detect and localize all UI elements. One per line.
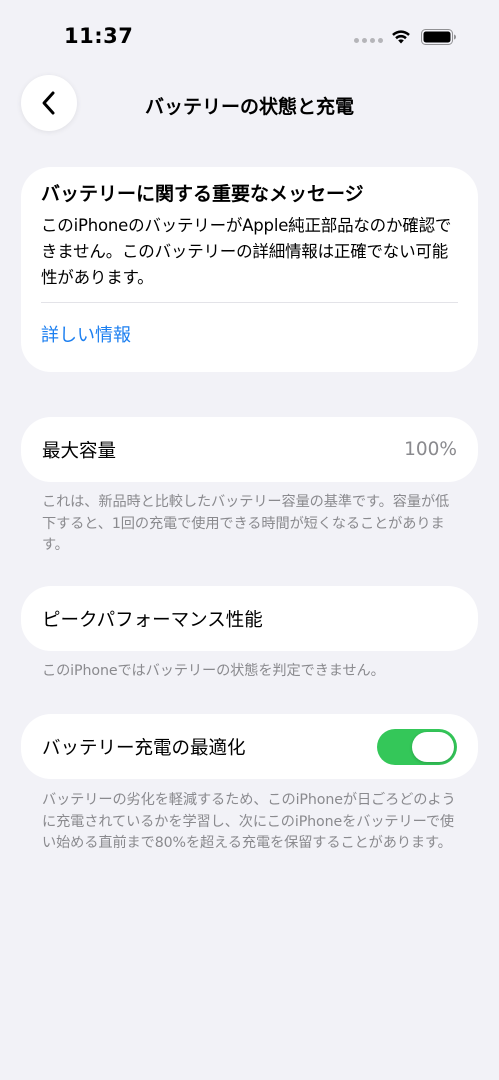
peak-performance-row: ピークパフォーマンス性能 <box>21 586 478 651</box>
maximum-capacity-note: これは、新品時と比較したバッテリー容量の基準です。容量が低下すると、1回の充電で… <box>42 494 450 553</box>
maximum-capacity-label: 最大容量 <box>42 440 117 462</box>
status-time: 11:37 <box>64 24 134 48</box>
page-title: バッテリーの状態と充電 <box>144 96 354 118</box>
message-body: このiPhoneのバッテリーがApple純正部品なのか確認できません。このバッテ… <box>41 216 452 287</box>
divider <box>41 302 458 303</box>
wifi-icon <box>392 30 410 44</box>
peak-performance-note: このiPhoneではバッテリーの状態を判定できません。 <box>42 663 385 679</box>
learn-more-link[interactable]: 詳しい情報 <box>41 323 458 349</box>
status-bar: 11:37 <box>0 0 499 70</box>
maximum-capacity-row: 最大容量 100% <box>21 417 478 482</box>
important-message-card: バッテリーに関する重要なメッセージ このiPhoneのバッテリーがApple純正… <box>21 167 478 372</box>
optimized-charging-toggle[interactable] <box>377 728 457 765</box>
message-title: バッテリーに関する重要なメッセージ <box>41 183 364 205</box>
optimized-charging-note: バッテリーの劣化を軽減するため、このiPhoneが日ごろどのように充電されている… <box>42 792 456 851</box>
battery-icon <box>421 29 456 45</box>
maximum-capacity-value: 100% <box>404 439 457 460</box>
optimized-charging-row: バッテリー充電の最適化 <box>21 714 478 779</box>
toggle-knob <box>412 731 454 762</box>
navigation-bar: バッテリーの状態と充電 <box>0 70 499 136</box>
cellular-signal-icon <box>354 38 383 43</box>
optimized-charging-label: バッテリー充電の最適化 <box>42 737 246 759</box>
peak-performance-label: ピークパフォーマンス性能 <box>42 609 263 631</box>
